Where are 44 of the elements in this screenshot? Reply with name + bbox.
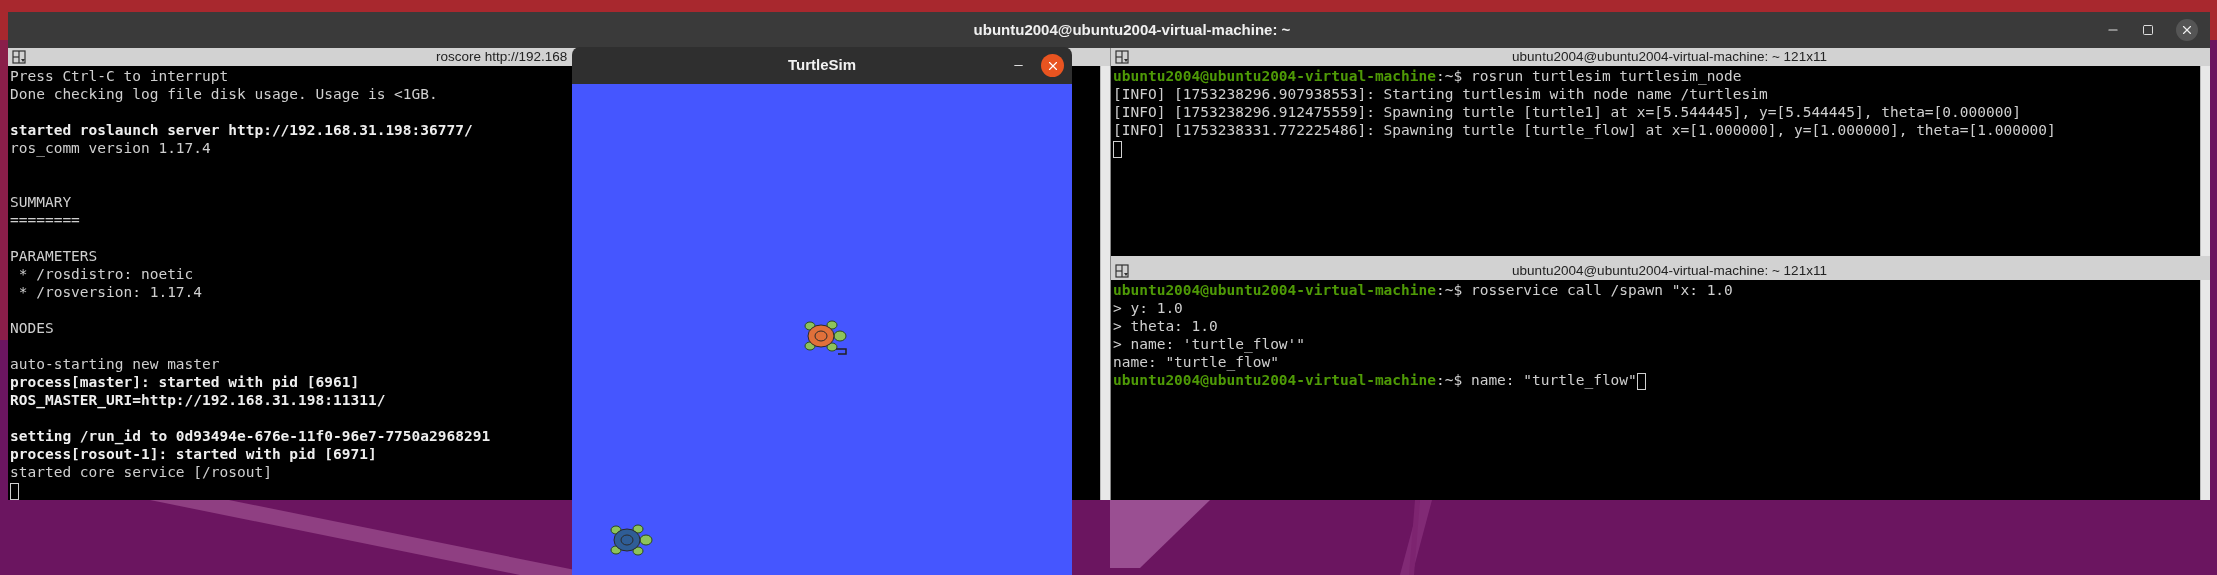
terminal-line: [INFO] [1753238296.907938553]: Starting turtlesim with node name /turtlesim bbox=[1113, 86, 1768, 102]
terminal-line: PARAMETERS bbox=[10, 248, 98, 264]
close-button[interactable] bbox=[2176, 19, 2198, 41]
scrollbar[interactable] bbox=[1100, 66, 1110, 500]
terminal-line: Press Ctrl-C to interrupt bbox=[10, 68, 229, 84]
terminal-line: ROS_MASTER_URI=http://192.168.31.198:11311/ bbox=[10, 392, 386, 408]
maximize-icon[interactable] bbox=[2142, 24, 2154, 36]
terminal-line: > name: 'turtle_flow'" bbox=[1113, 336, 1306, 352]
terminal-line: auto-starting new master bbox=[10, 356, 220, 372]
grid-icon[interactable] bbox=[1115, 264, 1129, 278]
terminal-line: setting /run_id to 0d93494e-676e-11f0-96e7-7750a2968291 bbox=[10, 428, 491, 444]
terminal-line: > y: 1.0 bbox=[1113, 300, 1183, 316]
close-icon bbox=[2180, 23, 2194, 37]
scrollbar[interactable] bbox=[2200, 280, 2210, 500]
terminal-line: Done checking log file disk usage. Usage is <1GB. bbox=[10, 86, 438, 102]
pane-title: roscore http://192.168 bbox=[436, 48, 568, 66]
terminal-line: name: "turtle_flow" bbox=[1113, 354, 1279, 370]
terminal-line: process[master]: started with pid [6961] bbox=[10, 374, 360, 390]
grid-icon[interactable] bbox=[12, 50, 26, 64]
terminal-line: started roslaunch server http://192.168.31.198:36777/ bbox=[10, 122, 473, 138]
window-title: TurtleSim bbox=[787, 55, 857, 76]
terminal-line: * /rosversion: 1.17.4 bbox=[17, 284, 203, 300]
terminal-line: started core service [/rosout] bbox=[10, 464, 272, 480]
shell-prompt: ubuntu2004@ubuntu2004-virtual-machine bbox=[1113, 282, 1436, 298]
pane-title: ubuntu2004@ubuntu2004-virtual-machine: ~ 121x11 bbox=[1512, 262, 1827, 280]
terminal-line: > theta: 1.0 bbox=[1113, 318, 1218, 334]
shell-command: :~$ rosservice call /spawn "x: 1.0 bbox=[1436, 282, 1733, 298]
shell-command: :~$ rosrun turtlesim turtlesim_node bbox=[1436, 68, 1742, 84]
terminal-line: [INFO] [1753238331.772225486]: Spawning turtle [turtle_flow] at x=[1.000000], y=[1.000000], theta=[1.000000] bbox=[1113, 122, 2056, 138]
terminal-line: ======== bbox=[10, 212, 80, 228]
close-button[interactable] bbox=[1041, 54, 1064, 77]
terminal-line: ros_comm version 1.17.4 bbox=[10, 140, 211, 156]
window-title: ubuntu2004@ubuntu2004-virtual-machine: ~ bbox=[972, 19, 1291, 40]
terminal-line: NODES bbox=[10, 320, 54, 336]
terminal-line: * /rosdistro: noetic bbox=[17, 266, 194, 282]
shell-prompt: ubuntu2004@ubuntu2004-virtual-machine bbox=[1113, 68, 1436, 84]
scrollbar[interactable] bbox=[2200, 66, 2210, 256]
shell-prompt: ubuntu2004@ubuntu2004-virtual-machine bbox=[1113, 372, 1436, 388]
terminal-line: SUMMARY bbox=[10, 194, 72, 210]
terminal-line: process[rosout-1]: started with pid [6971] bbox=[10, 446, 377, 462]
pane-title: ubuntu2004@ubuntu2004-virtual-machine: ~ 121x11 bbox=[1512, 48, 1827, 66]
terminal-line: [INFO] [1753238296.912475559]: Spawning turtle [turtle1] at x=[5.544445], y=[5.544445], theta=[0.000000] bbox=[1113, 104, 2021, 120]
shell-command: :~$ name: "turtle_flow" bbox=[1436, 372, 1637, 388]
grid-icon[interactable] bbox=[1115, 50, 1129, 64]
